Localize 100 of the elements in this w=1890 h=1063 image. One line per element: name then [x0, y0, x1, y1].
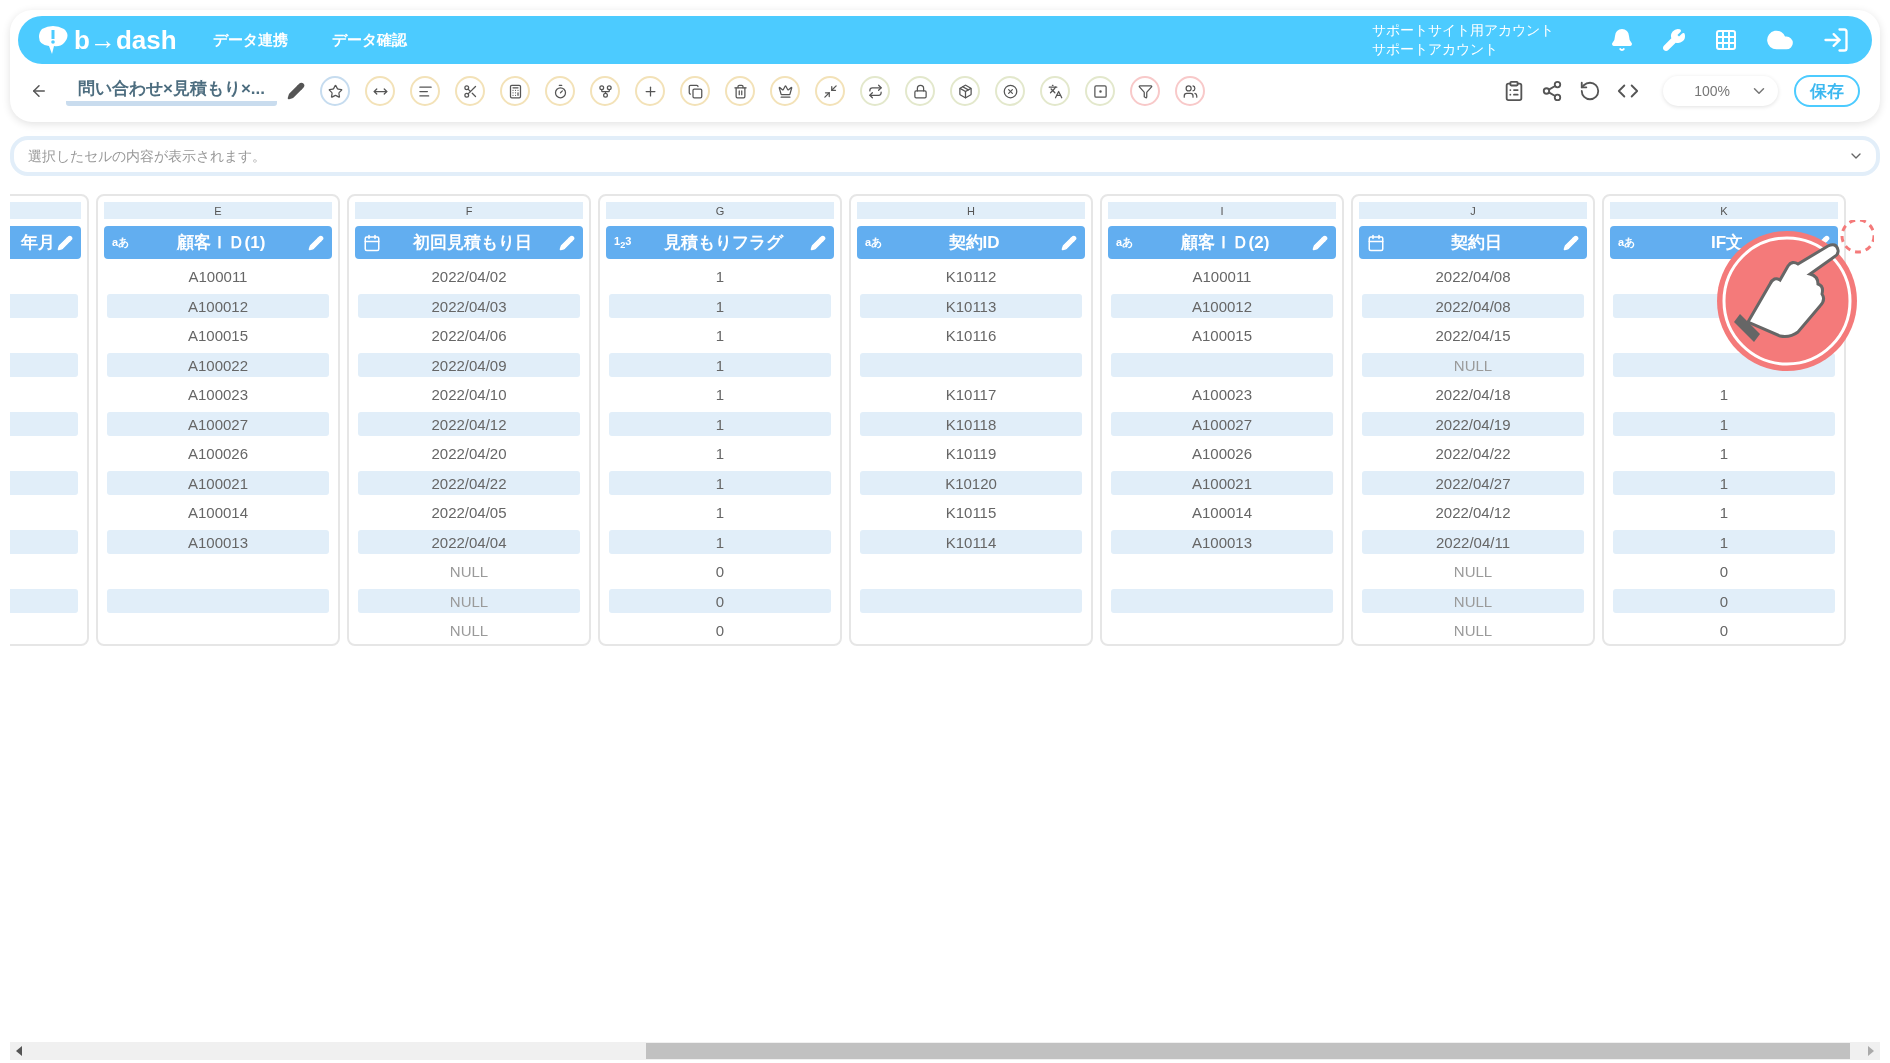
table-cell: 1: [1613, 412, 1835, 436]
fork-icon: [597, 83, 613, 99]
table-cell-text: 2022/04/02: [430, 267, 508, 287]
tool-button[interactable]: [1175, 76, 1206, 106]
type-label: aあ: [1116, 235, 1135, 250]
table-cell-text: 2022/04/12: [1434, 503, 1512, 523]
table-cell-text: 1: [1718, 444, 1730, 464]
copy-icon: [687, 83, 703, 99]
star-icon: [327, 83, 343, 99]
table-cell: 0: [1613, 589, 1835, 613]
table-cell: A100013: [107, 530, 329, 554]
table-cell: A100027: [107, 412, 329, 436]
calendar-icon: [363, 233, 381, 252]
filter-icon: [1137, 83, 1153, 99]
tool-button[interactable]: [500, 76, 531, 106]
restore-icon: [1579, 80, 1601, 102]
table-cell-text: A100026: [1190, 444, 1254, 464]
clipboard-button[interactable]: [1503, 80, 1525, 102]
table-cell-text: 0: [714, 621, 726, 641]
account-name: サポートサイト用アカウント: [1372, 21, 1554, 40]
tool-button[interactable]: [770, 76, 801, 106]
table-cell: 2022/04/03: [358, 294, 580, 318]
table-cell: 1: [609, 294, 831, 318]
table-cell: 1: [609, 471, 831, 495]
tool-button[interactable]: [590, 76, 621, 106]
people-icon: [1182, 83, 1198, 99]
edit-icon[interactable]: [287, 82, 306, 100]
table-cell-text: 0: [714, 562, 726, 582]
table-cell: 1: [1613, 471, 1835, 495]
tool-button[interactable]: [365, 76, 396, 106]
tool-button[interactable]: [1085, 76, 1116, 106]
table-cell-text: 2022/04/22: [1434, 444, 1512, 464]
column-name: 契約ID: [947, 232, 1001, 254]
table-cell-text: A100011: [187, 267, 249, 287]
zoom-select[interactable]: 100%: [1663, 76, 1778, 106]
trash-icon: [732, 83, 748, 99]
table-cell: A100013: [1111, 530, 1333, 554]
column-letter: I: [1108, 202, 1336, 219]
tool-button[interactable]: [725, 76, 756, 106]
tool-button[interactable]: [950, 76, 981, 106]
table-cell: 1: [1613, 530, 1835, 554]
table-cell-text: 1: [714, 326, 726, 346]
table-cell: NULL: [358, 589, 580, 613]
tool-button[interactable]: [905, 76, 936, 106]
tool-button[interactable]: [545, 76, 576, 106]
tool-button[interactable]: [680, 76, 711, 106]
table-cell: A100022: [107, 353, 329, 377]
table-cell: NULL: [1362, 353, 1584, 377]
tool-button[interactable]: [410, 76, 441, 106]
table-cell-text: 2022/04/10: [430, 385, 508, 405]
table-cell: 1: [609, 530, 831, 554]
back-button[interactable]: [30, 82, 48, 100]
column-letter: J: [1359, 202, 1587, 219]
column-letter: H: [857, 202, 1085, 219]
cell-content-field[interactable]: 選択したセルの内容が表示されます。: [10, 136, 1880, 176]
wrench-icon: [1662, 28, 1686, 52]
restore-button[interactable]: [1579, 80, 1601, 102]
table-cell: 2022/04/12: [358, 412, 580, 436]
type-label: aあ: [112, 235, 131, 250]
table-cell: 2022/04/08: [1362, 294, 1584, 318]
table-cell-text: NULL: [448, 621, 490, 641]
table-cell-text: NULL: [1452, 621, 1494, 641]
calculator-icon: [507, 83, 523, 99]
title-field[interactable]: 問い合わせ×見積もり×...: [66, 76, 278, 106]
repeat-icon: [867, 83, 883, 99]
share-button[interactable]: [1541, 80, 1563, 102]
table-cell: 1: [609, 353, 831, 377]
logo-text: b→dash: [74, 24, 177, 56]
tool-button[interactable]: [455, 76, 486, 106]
table-cell-text: A100014: [186, 503, 250, 523]
save-button[interactable]: 保存: [1794, 75, 1860, 107]
tool-button[interactable]: [320, 76, 351, 106]
table-cell-text: 0: [1718, 621, 1730, 641]
nav-link[interactable]: データ確認: [331, 30, 407, 50]
horizontal-scrollbar[interactable]: [10, 1042, 1880, 1060]
table-cell-text: 1: [714, 503, 726, 523]
column-name: IF文: [1709, 232, 1745, 254]
column-letter: E: [104, 202, 332, 219]
table-cell: 2022/04/27: [1362, 471, 1584, 495]
table-cell: K10113: [860, 294, 1082, 318]
tool-button[interactable]: [860, 76, 891, 106]
nav-link[interactable]: データ連携: [212, 30, 288, 50]
table-cell-text: 2022/04/18: [1434, 385, 1512, 405]
table-cell-text: K10119: [944, 444, 998, 464]
table-cell-text: A100023: [186, 385, 250, 405]
tool-button[interactable]: [815, 76, 846, 106]
table-cell: A100012: [107, 294, 329, 318]
calendar-icon: [1367, 233, 1385, 252]
tool-button[interactable]: [1130, 76, 1161, 106]
column-name: 年月: [20, 232, 56, 254]
column-name: 顧客ＩＤ(1): [175, 232, 267, 254]
tool-button[interactable]: [995, 76, 1026, 106]
logo-icon: [36, 25, 70, 55]
table-cell: K10114: [860, 530, 1082, 554]
table-cell: 2022/04/04: [358, 530, 580, 554]
table-cell: 0: [609, 589, 831, 613]
tool-button[interactable]: [1040, 76, 1071, 106]
column-letter: F: [355, 202, 583, 219]
type-label: aあ: [865, 235, 884, 250]
logout-icon: [1822, 26, 1850, 54]
